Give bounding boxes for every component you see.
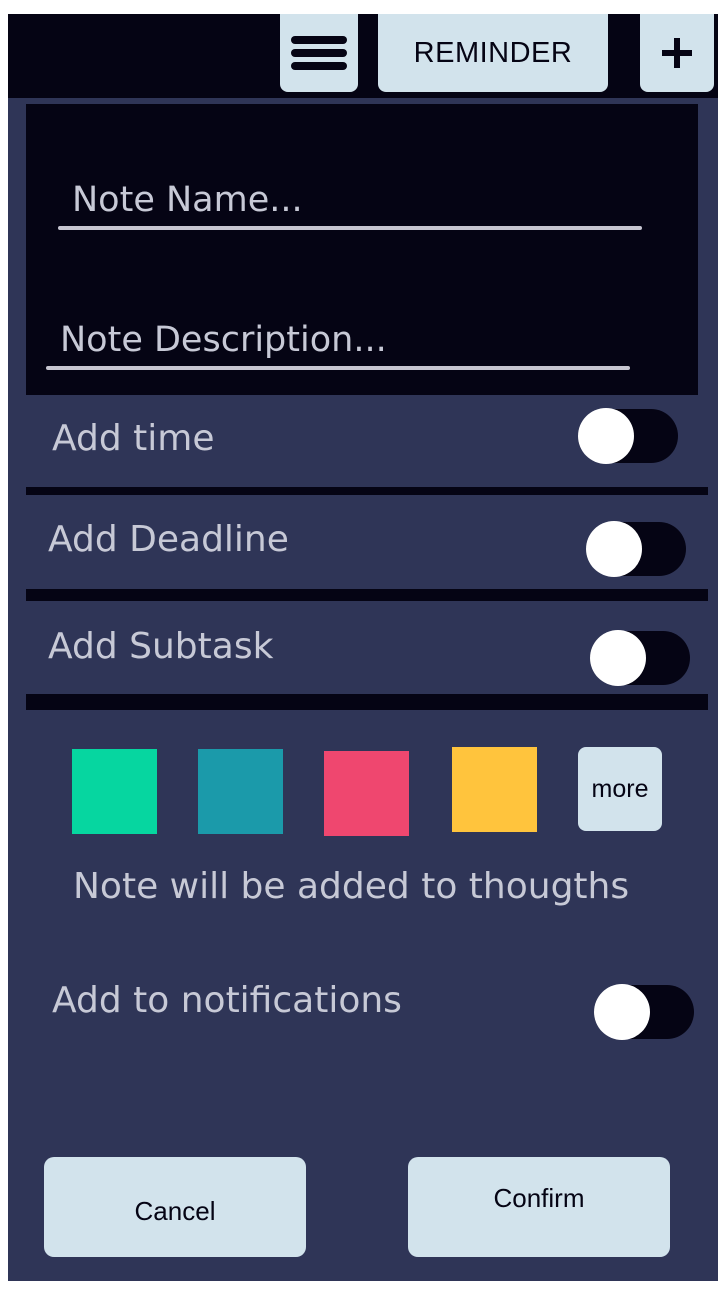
toggle-knob [578,408,634,464]
more-colors-button[interactable]: more [578,747,662,831]
note-description-underline [46,366,630,370]
add-notifications-toggle[interactable] [594,984,694,1040]
menu-button[interactable] [280,14,358,92]
reminder-button[interactable]: REMINDER [378,14,608,92]
toggle-knob [590,630,646,686]
toggle-knob [586,521,642,577]
color-swatch-teal[interactable] [198,749,283,834]
hamburger-menu-icon [291,36,347,70]
info-text: Note will be added to thougths [73,866,630,907]
reminder-label: REMINDER [413,36,573,69]
more-label: more [591,774,649,803]
cancel-button[interactable]: Cancel [44,1157,306,1257]
add-time-label: Add time [52,418,215,459]
add-subtask-toggle[interactable] [590,630,690,686]
add-deadline-toggle[interactable] [586,521,686,577]
divider [26,589,708,601]
divider [26,694,708,710]
top-bar: REMINDER [8,14,718,98]
app-screen: REMINDER Note Name... Note Description..… [8,14,718,1281]
cancel-label: Cancel [134,1195,216,1226]
plus-icon [662,38,692,68]
confirm-button[interactable]: Confirm [408,1157,670,1257]
add-subtask-label: Add Subtask [48,626,274,667]
confirm-label: Confirm [493,1182,585,1213]
color-swatch-yellow[interactable] [452,747,537,832]
note-name-underline [58,226,642,230]
note-description-input[interactable]: Note Description... [60,320,387,360]
divider [26,487,708,495]
color-swatch-green[interactable] [72,749,157,834]
add-notifications-label: Add to notifications [52,980,402,1021]
toggle-knob [594,984,650,1040]
note-input-panel: Note Name... Note Description... [26,104,698,395]
note-name-input[interactable]: Note Name... [72,180,303,220]
add-time-toggle[interactable] [578,408,678,464]
add-deadline-label: Add Deadline [48,519,289,560]
color-swatch-pink[interactable] [324,751,409,836]
add-button[interactable] [640,14,714,92]
